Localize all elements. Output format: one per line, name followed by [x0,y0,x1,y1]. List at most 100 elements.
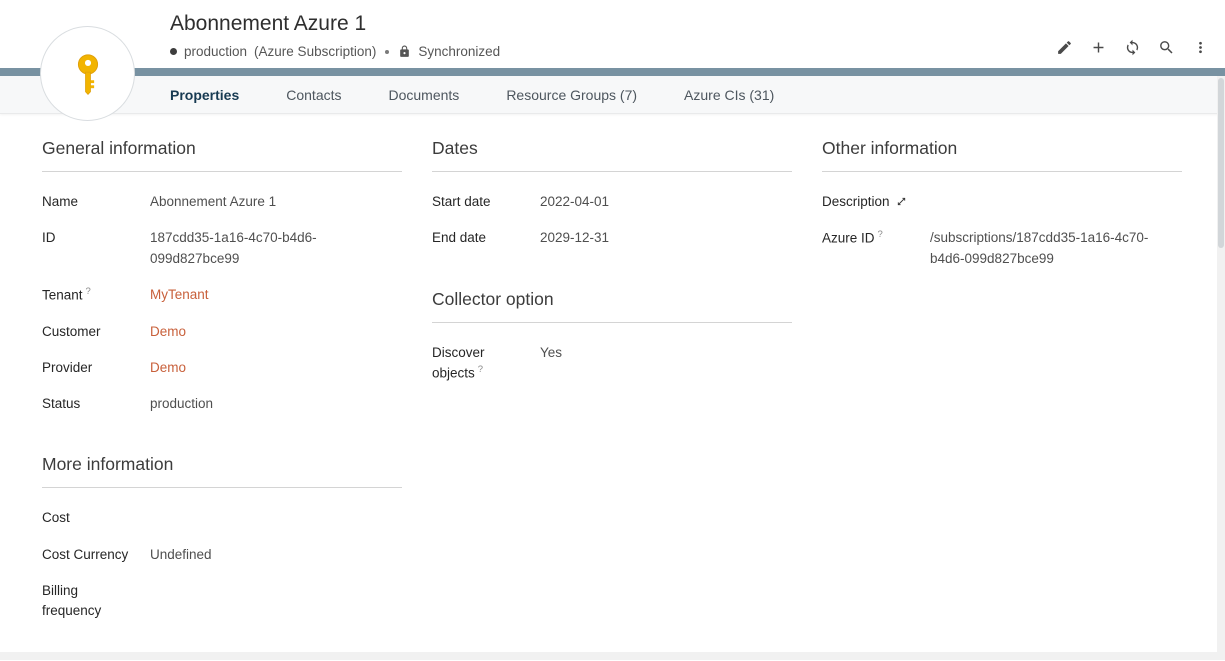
field-value [930,192,1182,212]
label-text: Status [42,396,80,411]
field-label: End date [432,228,540,248]
object-icon-circle [40,26,135,121]
field-cost: Cost [42,508,402,528]
status-dot-icon [170,48,177,55]
section-other-information: Other information Description Azure ID? … [822,138,1182,269]
label-text: Name [42,194,78,209]
section-title: More information [42,454,402,488]
label-text: Provider [42,360,92,375]
label-text: Discover objects [432,345,485,381]
field-label: Status [42,394,150,414]
field-value: /subscriptions/187cdd35-1a16-4c70-b4d6-0… [930,228,1182,269]
vertical-scrollbar-thumb[interactable] [1218,78,1224,248]
field-value: Undefined [150,545,402,565]
field-customer: Customer Demo [42,322,402,342]
tab-azure-cis[interactable]: Azure CIs (31) [684,87,774,103]
sync-label: Synchronized [418,44,500,59]
field-status: Status production [42,394,402,414]
field-value: Demo [150,358,402,378]
field-provider: Provider Demo [42,358,402,378]
column-3: Other information Description Azure ID? … [822,138,1182,661]
field-description: Description [822,192,1182,212]
field-value: MyTenant [150,285,402,306]
field-azure-id: Azure ID? /subscriptions/187cdd35-1a16-4… [822,228,1182,269]
field-value [150,508,402,528]
properties-panel: General information Name Abonnement Azur… [0,114,1225,661]
field-value [150,581,402,622]
help-icon[interactable]: ? [478,364,483,375]
field-value: 187cdd35-1a16-4c70-b4d6-099d827bce99 [150,228,402,269]
field-label: Start date [432,192,540,212]
label-text: Tenant [42,287,83,302]
field-label: Provider [42,358,150,378]
field-name: Name Abonnement Azure 1 [42,192,402,212]
field-value: Yes [540,343,792,384]
field-start-date: Start date 2022-04-01 [432,192,792,212]
horizontal-scrollbar[interactable] [0,652,1225,660]
field-value: Demo [150,322,402,342]
field-label: Tenant? [42,285,150,306]
field-tenant: Tenant? MyTenant [42,285,402,306]
lock-icon [398,45,411,58]
label-text: Description [822,194,890,209]
field-label: Billing frequency [42,581,150,622]
label-text: Azure ID [822,231,875,246]
help-icon[interactable]: ? [878,229,883,240]
label-text: ID [42,230,56,245]
vertical-scrollbar[interactable] [1217,76,1225,652]
tenant-link[interactable]: MyTenant [150,287,209,302]
separator-dot-icon [385,50,389,54]
customer-link[interactable]: Demo [150,324,186,339]
more-menu-icon[interactable] [1191,38,1209,56]
section-general-information: General information Name Abonnement Azur… [42,138,402,414]
column-1: General information Name Abonnement Azur… [42,138,402,661]
search-icon[interactable] [1157,38,1175,56]
field-cost-currency: Cost Currency Undefined [42,545,402,565]
field-label: Description [822,192,930,212]
expand-icon[interactable] [896,192,907,212]
add-icon[interactable] [1089,38,1107,56]
section-title: Collector option [432,289,792,323]
field-billing-frequency: Billing frequency [42,581,402,622]
column-2: Dates Start date 2022-04-01 End date 202… [432,138,792,661]
class-name-text: (Azure Subscription) [254,44,376,59]
field-label: Azure ID? [822,228,930,269]
section-title: Dates [432,138,792,172]
tab-documents[interactable]: Documents [389,87,460,103]
field-label: ID [42,228,150,269]
section-collector-option: Collector option Discover objects? Yes [432,289,792,384]
tab-bar: Properties Contacts Documents Resource G… [0,76,1225,114]
label-text: Cost Currency [42,547,128,562]
key-icon [65,51,111,97]
section-dates: Dates Start date 2022-04-01 End date 202… [432,138,792,249]
edit-icon[interactable] [1055,38,1073,56]
field-label: Cost Currency [42,545,150,565]
field-value: Abonnement Azure 1 [150,192,402,212]
field-value: 2029-12-31 [540,228,792,248]
field-end-date: End date 2029-12-31 [432,228,792,248]
section-title: General information [42,138,402,172]
field-value: production [150,394,402,414]
label-text: Billing frequency [42,583,101,618]
header-toolbar [1055,38,1209,56]
refresh-icon[interactable] [1123,38,1141,56]
tab-contacts[interactable]: Contacts [286,87,341,103]
section-title: Other information [822,138,1182,172]
label-text: Cost [42,510,70,525]
section-more-information: More information Cost Cost Currency Unde… [42,454,402,621]
header-divider [0,68,1225,76]
field-label: Discover objects? [432,343,540,384]
field-label: Customer [42,322,150,342]
label-text: End date [432,230,486,245]
provider-link[interactable]: Demo [150,360,186,375]
label-text: Start date [432,194,491,209]
tab-properties[interactable]: Properties [170,87,239,103]
tab-resource-groups[interactable]: Resource Groups (7) [506,87,637,103]
field-discover-objects: Discover objects? Yes [432,343,792,384]
status-text: production [184,44,247,59]
page-header: Abonnement Azure 1 production (Azure Sub… [0,0,1225,68]
field-value: 2022-04-01 [540,192,792,212]
page-title: Abonnement Azure 1 [170,12,366,36]
help-icon[interactable]: ? [86,286,91,297]
field-id: ID 187cdd35-1a16-4c70-b4d6-099d827bce99 [42,228,402,269]
